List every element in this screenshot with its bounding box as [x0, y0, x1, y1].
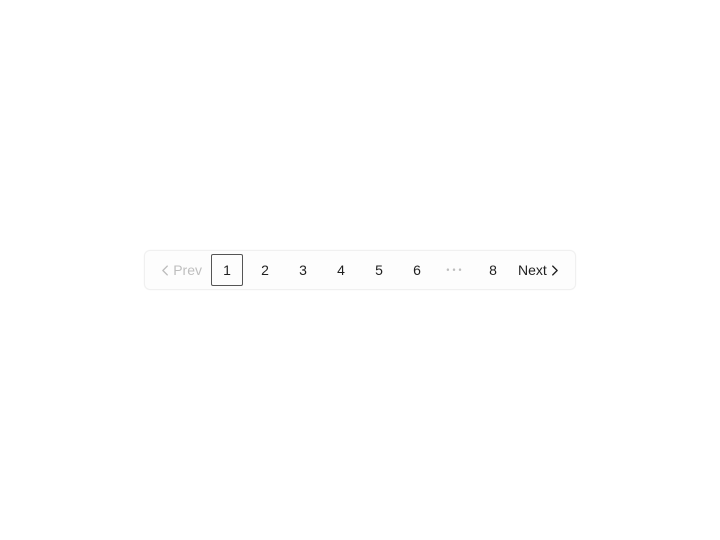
page-number: 8: [489, 262, 497, 278]
pagination: Prev 1 2 3 4 5 6 ••• 8 Next: [144, 250, 576, 290]
page-number: 3: [299, 262, 307, 278]
page-number: 4: [337, 262, 345, 278]
page-button-2[interactable]: 2: [249, 254, 281, 286]
page-button-6[interactable]: 6: [401, 254, 433, 286]
page-number: 6: [413, 262, 421, 278]
page-button-4[interactable]: 4: [325, 254, 357, 286]
page-number: 2: [261, 262, 269, 278]
chevron-right-icon: [549, 264, 561, 276]
page-number: 5: [375, 262, 383, 278]
page-button-3[interactable]: 3: [287, 254, 319, 286]
page-number: 1: [223, 262, 231, 278]
ellipsis-jump-next[interactable]: •••: [439, 254, 471, 286]
next-label: Next: [518, 262, 547, 278]
page-button-1[interactable]: 1: [211, 254, 243, 286]
page-button-8[interactable]: 8: [477, 254, 509, 286]
prev-button[interactable]: Prev: [153, 254, 208, 286]
page-button-5[interactable]: 5: [363, 254, 395, 286]
next-button[interactable]: Next: [512, 254, 567, 286]
prev-label: Prev: [173, 262, 202, 278]
chevron-left-icon: [159, 264, 171, 276]
